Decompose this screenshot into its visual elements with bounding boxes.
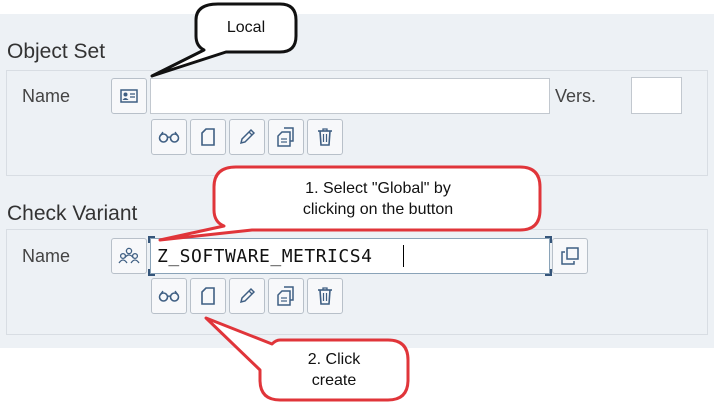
create-document-icon: [201, 287, 215, 305]
object-set-name-label: Name: [22, 86, 71, 106]
check-variant-name-value: Z_SOFTWARE_METRICS4: [157, 246, 373, 267]
focus-corner: [148, 269, 155, 276]
pencil-icon: [239, 128, 256, 145]
click-create-callout-line2: create: [311, 372, 357, 389]
multiple-selection-icon: [561, 247, 579, 265]
check-variant-copy-button[interactable]: [268, 278, 304, 314]
object-set-local-toggle-button[interactable]: [111, 78, 147, 114]
check-variant-delete-button[interactable]: [307, 278, 343, 314]
object-set-version-input[interactable]: [631, 77, 682, 114]
check-variant-global-toggle-button[interactable]: [111, 238, 147, 274]
select-global-callout-line2: clicking on the button: [302, 201, 454, 218]
object-set-edit-button[interactable]: [229, 119, 265, 155]
glasses-icon: [158, 290, 180, 302]
select-global-callout-line1: 1. Select "Global" by: [305, 180, 451, 197]
create-document-icon: [201, 128, 215, 146]
group-people-icon: [118, 247, 140, 264]
check-variant-multiselect-button[interactable]: [552, 238, 588, 274]
text-cursor: [403, 245, 404, 267]
check-variant-title: Check Variant: [7, 202, 138, 225]
check-variant-create-button[interactable]: [190, 278, 226, 314]
object-set-title: Object Set: [7, 40, 106, 63]
object-set-delete-button[interactable]: [307, 119, 343, 155]
object-set-create-button[interactable]: [190, 119, 226, 155]
copy-document-icon: [277, 127, 294, 147]
check-variant-name-input[interactable]: Z_SOFTWARE_METRICS4: [150, 238, 550, 274]
person-card-icon: [120, 89, 138, 103]
pencil-icon: [239, 287, 256, 304]
copy-document-icon: [277, 286, 294, 306]
glasses-icon: [158, 131, 180, 143]
trash-icon: [318, 128, 332, 146]
focus-corner: [545, 269, 552, 276]
local-callout-text: Local: [226, 19, 266, 36]
check-variant-edit-button[interactable]: [229, 278, 265, 314]
object-set-name-input[interactable]: [150, 78, 550, 114]
check-variant-name-label: Name: [22, 246, 71, 266]
check-variant-display-button[interactable]: [151, 278, 187, 314]
object-set-version-label: Vers.: [555, 86, 597, 106]
focus-corner: [148, 236, 155, 243]
click-create-callout-line1: 2. Click: [307, 351, 361, 368]
trash-icon: [318, 287, 332, 305]
focus-corner: [545, 236, 552, 243]
object-set-display-button[interactable]: [151, 119, 187, 155]
object-set-copy-button[interactable]: [268, 119, 304, 155]
